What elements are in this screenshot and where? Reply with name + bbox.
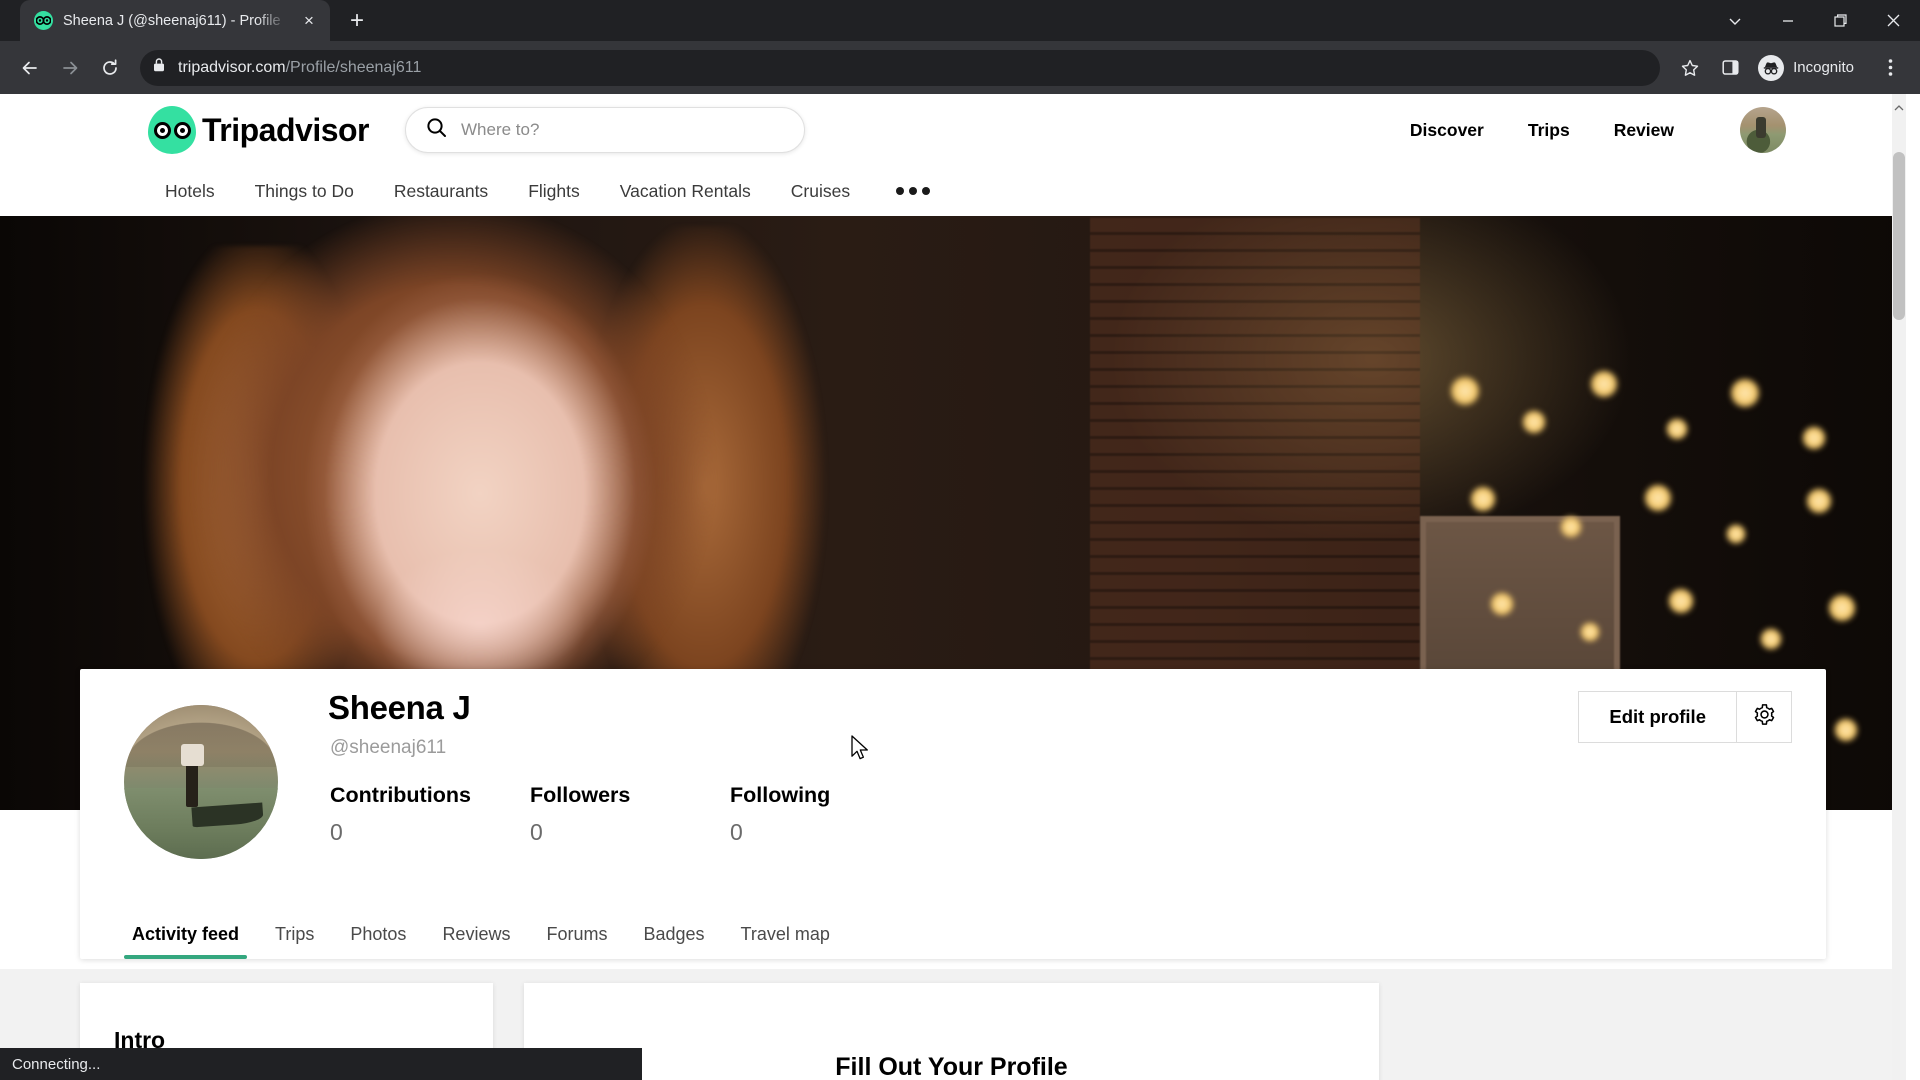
header-avatar[interactable]	[1740, 107, 1786, 153]
incognito-label: Incognito	[1793, 59, 1854, 76]
stat-contributions[interactable]: Contributions 0	[330, 783, 530, 846]
stat-value: 0	[530, 819, 543, 845]
tab-reviews[interactable]: Reviews	[424, 924, 528, 959]
back-icon[interactable]	[12, 50, 48, 86]
tripadvisor-logo[interactable]: Tripadvisor	[148, 106, 370, 154]
browser-tab[interactable]: Sheena J (@sheenaj611) - Profile ×	[20, 0, 330, 41]
edit-profile-button[interactable]: Edit profile	[1578, 691, 1736, 743]
gear-icon	[1753, 703, 1776, 731]
nav-item-hotels[interactable]: Hotels	[165, 181, 215, 202]
scrollbar-thumb[interactable]	[1893, 152, 1905, 320]
header-link-discover[interactable]: Discover	[1410, 120, 1484, 141]
three-dot-menu-icon[interactable]	[1872, 50, 1908, 86]
search-input[interactable]: Where to?	[405, 107, 805, 153]
header-link-review[interactable]: Review	[1614, 120, 1674, 141]
tab-badges[interactable]: Badges	[625, 924, 722, 959]
nav-item-things-to-do[interactable]: Things to Do	[255, 181, 354, 202]
avatar-gondolier	[180, 743, 205, 807]
close-tab-icon[interactable]: ×	[298, 10, 320, 32]
page-viewport: Tripadvisor Where to? Discover Trips Rev…	[0, 94, 1920, 1080]
address-bar-url: tripadvisor.com/Profile/sheenaj611	[178, 59, 421, 77]
url-host: tripadvisor.com	[178, 58, 286, 76]
more-menu-icon[interactable]	[896, 187, 931, 195]
search-icon	[426, 117, 447, 143]
address-bar[interactable]: tripadvisor.com/Profile/sheenaj611	[140, 49, 1661, 86]
tab-title: Sheena J (@sheenaj611) - Profile	[63, 12, 281, 29]
tab-strip: Sheena J (@sheenaj611) - Profile × +	[0, 0, 1920, 41]
maximize-icon[interactable]	[1814, 0, 1867, 41]
fill-profile-title: Fill Out Your Profile	[835, 1053, 1068, 1080]
incognito-avatar-icon	[1758, 54, 1785, 81]
minimize-icon[interactable]	[1761, 0, 1814, 41]
tab-trips[interactable]: Trips	[257, 924, 332, 959]
fill-profile-card: Fill Out Your Profile	[524, 983, 1379, 1080]
site-nav: Hotels Things to Do Restaurants Flights …	[0, 166, 1906, 216]
profile-stats: Contributions 0 Followers 0 Following 0	[330, 783, 930, 846]
profile-actions: Edit profile	[1578, 691, 1792, 743]
owl-logo-icon	[148, 106, 196, 154]
site-header: Tripadvisor Where to? Discover Trips Rev…	[0, 94, 1906, 216]
bookmark-star-icon[interactable]	[1672, 50, 1708, 86]
close-window-icon[interactable]	[1867, 0, 1920, 41]
stat-followers[interactable]: Followers 0	[530, 783, 730, 846]
scroll-up-arrow-icon[interactable]	[1894, 100, 1904, 111]
reload-icon[interactable]	[92, 50, 128, 86]
forward-icon[interactable]	[52, 50, 88, 86]
stat-label: Followers	[530, 783, 631, 807]
tab-search-chevron-icon[interactable]	[1708, 0, 1761, 41]
nav-item-cruises[interactable]: Cruises	[791, 181, 850, 202]
tab-forums[interactable]: Forums	[528, 924, 625, 959]
new-tab-button[interactable]: +	[340, 4, 374, 38]
browser-toolbar: tripadvisor.com/Profile/sheenaj611 Incog…	[0, 41, 1920, 94]
side-panel-icon[interactable]	[1712, 50, 1748, 86]
tripadvisor-profile-page: Tripadvisor Where to? Discover Trips Rev…	[0, 94, 1906, 1080]
tab-travel-map[interactable]: Travel map	[723, 924, 848, 959]
profile-handle: @sheenaj611	[330, 737, 447, 758]
profile-card: Sheena J @sheenaj611 Contributions 0 Fol…	[80, 669, 1826, 959]
page-title: Sheena J	[328, 689, 471, 726]
mouse-cursor	[851, 735, 870, 768]
stat-following[interactable]: Following 0	[730, 783, 930, 846]
search-placeholder: Where to?	[461, 120, 540, 139]
header-links: Discover Trips Review	[1410, 120, 1674, 141]
nav-item-flights[interactable]: Flights	[528, 181, 580, 202]
header-link-trips[interactable]: Trips	[1528, 120, 1570, 141]
stat-label: Contributions	[330, 783, 471, 807]
status-bar: Connecting...	[0, 1048, 642, 1080]
lock-icon	[152, 57, 166, 78]
incognito-profile-button[interactable]: Incognito	[1752, 51, 1868, 85]
brand-wordmark: Tripadvisor	[202, 111, 370, 148]
browser-window: Sheena J (@sheenaj611) - Profile × + tri…	[0, 0, 1920, 1080]
status-bar-text: Connecting...	[12, 1055, 101, 1073]
tab-activity-feed[interactable]: Activity feed	[114, 924, 257, 959]
url-path: /Profile/sheenaj611	[285, 58, 422, 76]
nav-item-vacation-rentals[interactable]: Vacation Rentals	[620, 181, 751, 202]
stat-label: Following	[730, 783, 831, 807]
tripadvisor-owl-icon	[34, 11, 53, 30]
stat-value: 0	[730, 819, 743, 845]
nav-item-restaurants[interactable]: Restaurants	[394, 181, 488, 202]
profile-tabs: Activity feed Trips Photos Reviews Forum…	[102, 897, 1826, 959]
profile-avatar[interactable]	[120, 701, 282, 863]
stat-value: 0	[330, 819, 343, 845]
tab-photos[interactable]: Photos	[332, 924, 424, 959]
window-controls	[1708, 0, 1920, 41]
settings-button[interactable]	[1736, 691, 1792, 743]
site-header-top-row: Tripadvisor Where to? Discover Trips Rev…	[0, 94, 1906, 166]
vertical-scrollbar[interactable]	[1892, 94, 1906, 1080]
